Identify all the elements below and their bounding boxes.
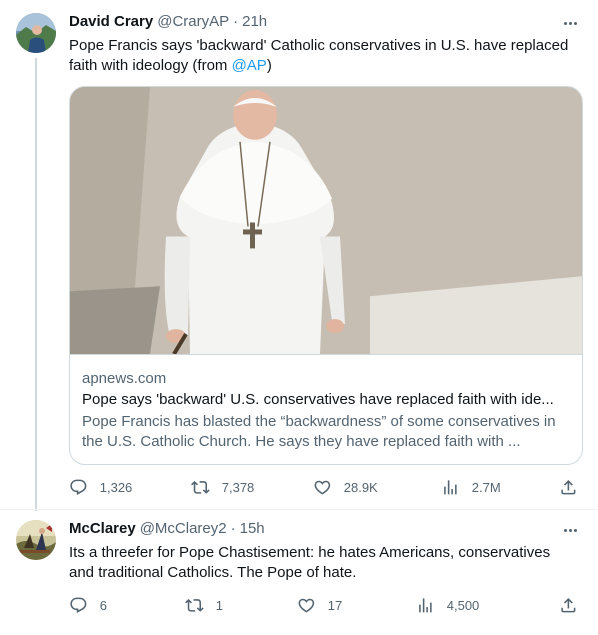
tweet-text-body: Pope Francis says 'backward' Catholic co…: [69, 37, 569, 74]
link-card[interactable]: apnews.com Pope says 'backward' U.S. con…: [69, 86, 583, 465]
view-count: 2.7M: [471, 479, 501, 495]
mention-link[interactable]: @AP: [232, 57, 267, 74]
tweet-header: David Crary @CraryAP · 21h: [69, 13, 267, 30]
analytics-icon: [419, 598, 432, 613]
avatar-painting: [16, 520, 56, 560]
timestamp[interactable]: 21h: [242, 13, 267, 30]
retweet-count: 1: [215, 597, 223, 613]
more-options-icon[interactable]: [560, 13, 580, 33]
views-button[interactable]: 4,500: [416, 596, 479, 615]
retweet-button[interactable]: 7,378: [191, 478, 254, 497]
timestamp[interactable]: 15h: [240, 520, 265, 537]
tweet-header: McClarey @McClarey2 · 15h: [69, 520, 265, 537]
author-name[interactable]: David Crary: [69, 13, 153, 30]
avatar[interactable]: [16, 13, 56, 53]
heart-icon: [314, 480, 331, 495]
more-options-icon[interactable]: [560, 520, 580, 540]
reply-count: 1,326: [99, 479, 133, 495]
separator-dot: ·: [233, 13, 239, 30]
avatar-photo: [16, 13, 56, 53]
card-description: Pope Francis has blasted the “backwardne…: [82, 413, 556, 450]
reply-icon: [70, 597, 87, 613]
thread-connector-line: [35, 58, 37, 511]
reply-icon: [70, 479, 87, 495]
share-icon: [561, 598, 576, 613]
retweet-count: 7,378: [221, 479, 255, 495]
retweet-icon: [191, 481, 210, 494]
author-handle[interactable]: @McClarey2: [140, 520, 227, 537]
analytics-icon: [444, 480, 457, 495]
tweet-actions: 1,326 7,378 28.9K 2.7M: [69, 478, 581, 498]
tweet-actions: 6 1 17 4,500: [69, 596, 581, 616]
like-count: 28.9K: [343, 479, 378, 495]
card-title: Pope says 'backward' U.S. conservatives …: [82, 391, 554, 408]
retweet-button[interactable]: 1: [185, 596, 223, 615]
like-button[interactable]: 28.9K: [313, 478, 378, 497]
author-name[interactable]: McClarey: [69, 520, 136, 537]
share-button[interactable]: [559, 596, 578, 615]
views-button[interactable]: 2.7M: [441, 478, 501, 497]
like-button[interactable]: 17: [297, 596, 342, 615]
card-image: [70, 87, 582, 355]
reply-button[interactable]: 1,326: [69, 478, 132, 497]
share-button[interactable]: [559, 478, 578, 497]
tweet-divider: [0, 509, 598, 510]
card-domain: apnews.com: [82, 370, 167, 387]
heart-icon: [298, 598, 315, 613]
like-count: 17: [327, 597, 343, 613]
reply-button[interactable]: 6: [69, 596, 107, 615]
tweet-text-end: ): [266, 57, 272, 74]
avatar[interactable]: [16, 520, 56, 560]
share-icon: [561, 480, 576, 495]
reply-count: 6: [99, 597, 107, 613]
tweet-text: Its a threefer for Pope Chastisement: he…: [69, 544, 551, 581]
author-handle[interactable]: @CraryAP: [157, 13, 229, 30]
separator-dot: ·: [230, 520, 236, 537]
tweet-text: Pope Francis says 'backward' Catholic co…: [69, 36, 579, 76]
retweet-icon: [185, 599, 204, 612]
view-count: 4,500: [446, 597, 480, 613]
